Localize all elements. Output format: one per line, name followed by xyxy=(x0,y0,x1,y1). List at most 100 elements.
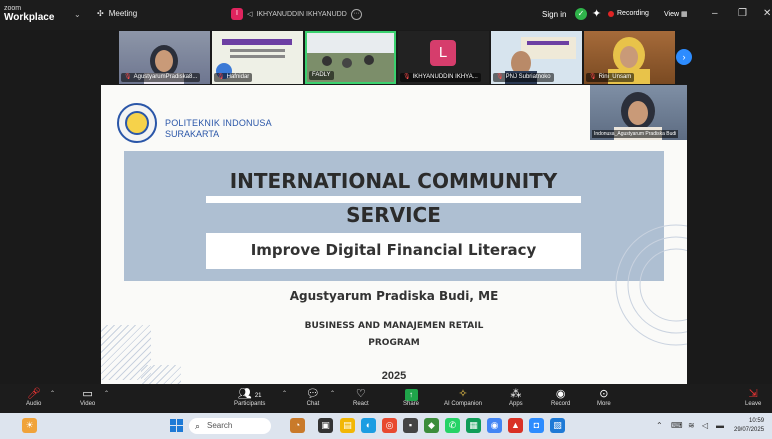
recording-dot-icon xyxy=(608,10,614,17)
app-icon[interactable]: ▦ xyxy=(466,418,481,433)
audio-options-chevron-icon[interactable]: ⌃ xyxy=(50,390,55,397)
participant-name: FADLY xyxy=(309,71,334,80)
participants-label: Participants xyxy=(234,401,266,407)
participant-name-text: Rini_Unsam xyxy=(598,74,632,80)
tray-overflow-chevron-icon[interactable]: ⌃ xyxy=(656,421,663,430)
microphone-muted-icon: 🎤︎ xyxy=(26,388,41,400)
participant-tile[interactable]: 🎙 Hafnidar xyxy=(212,31,303,84)
recording-indicator[interactable]: Recording xyxy=(608,10,649,17)
slide-year: 2025 xyxy=(381,370,407,382)
chat-label: Chat xyxy=(306,401,320,407)
participant-tile[interactable]: 🎙 PNJ Subriatnoko xyxy=(491,31,582,84)
video-camera-icon: ▭ xyxy=(82,388,93,400)
institution-logo xyxy=(117,103,157,143)
system-clock[interactable]: 10:59 29/07/2025 xyxy=(734,417,764,435)
host-name: IKHYANUDDIN IKHYANUDD xyxy=(256,10,347,18)
ai-sparkle-icon[interactable]: ✦ xyxy=(592,7,601,20)
windows-start-icon[interactable] xyxy=(170,419,183,432)
clock-date: 29/07/2025 xyxy=(734,427,765,433)
meeting-label: Meeting xyxy=(108,9,138,18)
share-screen-icon: ↑ xyxy=(404,389,418,401)
participant-tile[interactable]: 🎙 AgustyarumPradiska8... xyxy=(119,31,210,84)
react-button[interactable]: ♡ React xyxy=(353,387,369,407)
chat-bubble-icon: 💬︎ xyxy=(306,388,320,400)
pdf-reader-icon[interactable]: ▲ xyxy=(508,418,523,433)
participant-gallery: 🎙 AgustyarumPradiska8... 🎙 Hafnidar FADLY … xyxy=(119,31,679,84)
leave-button[interactable]: ⇲ Leave xyxy=(745,387,761,407)
weather-widget-icon[interactable]: ☀ xyxy=(22,418,37,433)
participant-name-text: Hafnidar xyxy=(226,74,250,80)
title-bar: zoom Workplace ⌄ ✣ Meeting I ◁ IKHYANUDD… xyxy=(0,0,772,30)
decorative-circles xyxy=(615,224,687,346)
participant-initial-avatar: L xyxy=(430,40,456,66)
slide-title-line2: SERVICE xyxy=(346,203,441,227)
participant-name: 🎙 Rini_Unsam xyxy=(586,73,635,82)
chat-button[interactable]: 💬︎ Chat xyxy=(306,387,320,407)
participant-name-text: IKHYANUDDIN IKHYA... xyxy=(412,74,478,80)
institution-name-line2: SURAKARTA xyxy=(165,129,220,139)
restore-icon[interactable]: ❐ xyxy=(738,8,747,19)
battery-icon[interactable]: ▬ xyxy=(716,421,724,430)
video-label: Video xyxy=(80,401,96,407)
chat-options-chevron-icon[interactable]: ⌃ xyxy=(330,390,335,397)
wifi-icon[interactable]: ≋ xyxy=(688,421,695,430)
presenter-video-thumbnail[interactable]: Indonusa_Agustyarum Pradiska Budi xyxy=(590,85,687,140)
audio-button[interactable]: 🎤︎ Audio xyxy=(26,387,41,407)
taskbar-search-box[interactable]: ⌕ Search xyxy=(189,418,271,434)
keyboard-icon[interactable]: ⌨ xyxy=(671,421,683,430)
apps-button[interactable]: ⁂ Apps xyxy=(509,387,523,407)
share-button[interactable]: ↑ Share xyxy=(403,387,419,407)
chrome-icon[interactable]: ◎ xyxy=(382,418,397,433)
task-view-icon[interactable]: ▣ xyxy=(318,418,333,433)
record-button[interactable]: ◉ Record xyxy=(551,387,570,407)
video-button[interactable]: ▭ Video xyxy=(80,387,95,407)
view-button[interactable]: View ▦ xyxy=(664,10,688,18)
edge-browser-icon[interactable]: ◐ xyxy=(361,418,376,433)
app-icon[interactable]: ◆ xyxy=(424,418,439,433)
video-options-chevron-icon[interactable]: ⌃ xyxy=(104,390,109,397)
ai-companion-label: AI Companion xyxy=(444,401,483,407)
leave-label: Leave xyxy=(745,401,762,407)
ai-companion-button[interactable]: ✧ AI Companion xyxy=(444,387,482,407)
app-icon[interactable]: ▪ xyxy=(403,418,418,433)
participants-icon: 👥︎ 21 xyxy=(237,388,262,400)
meeting-menu-button[interactable]: ✣ Meeting xyxy=(97,9,137,18)
chevron-down-icon[interactable]: ⌄ xyxy=(74,10,81,19)
active-speaker-chip[interactable]: I ◁ IKHYANUDDIN IKHYANUDD ⋯ xyxy=(231,8,362,20)
os-taskbar: ☀ ⌕ Search ◔ ▣ ▤ ◐ ◎ ▪ ◆ ✆ ▦ ◉ ▲ ◘ ▨ ⌃ ⌨… xyxy=(0,413,772,439)
participant-tile[interactable]: 🎙 Rini_Unsam xyxy=(584,31,675,84)
meeting-toolbar: 🎤︎ Audio ⌃ ▭ Video ⌃ 👥︎ 21 Participants ⌃ 💬… xyxy=(0,384,772,413)
more-icon[interactable]: ⋯ xyxy=(350,8,362,20)
minimize-icon[interactable]: – xyxy=(712,8,718,19)
more-button[interactable]: ⊙ More xyxy=(597,387,611,407)
recording-label: Recording xyxy=(617,10,649,17)
whatsapp-icon[interactable]: ✆ xyxy=(445,418,460,433)
participant-tile[interactable]: L 🎙 IKHYANUDDIN IKHYA... xyxy=(398,31,489,84)
search-icon: ⌕ xyxy=(195,421,201,431)
react-label: React xyxy=(353,401,369,407)
sign-in-link[interactable]: Sign in xyxy=(542,10,566,19)
participant-tile-active-speaker[interactable]: FADLY xyxy=(305,31,396,84)
leave-icon: ⇲ xyxy=(748,388,758,400)
slide-title-line1: INTERNATIONAL COMMUNITY xyxy=(229,169,558,193)
chrome-profile-icon[interactable]: ◉ xyxy=(487,418,502,433)
participant-name: 🎙 Hafnidar xyxy=(214,73,253,82)
next-page-arrow-icon[interactable]: › xyxy=(676,49,692,65)
close-icon[interactable]: ✕ xyxy=(763,8,771,19)
security-shield-icon[interactable]: ✓ xyxy=(575,8,587,20)
mic-muted-icon: 🎙 xyxy=(217,74,225,80)
clock-time: 10:59 xyxy=(749,418,765,424)
record-icon: ◉ xyxy=(555,388,566,400)
view-label: View xyxy=(664,11,680,18)
participants-options-chevron-icon[interactable]: ⌃ xyxy=(282,390,287,397)
zoom-window: zoom Workplace ⌄ ✣ Meeting I ◁ IKHYANUDD… xyxy=(0,0,772,439)
apps-grid-icon: ⁂ xyxy=(510,388,522,400)
speaker-icon: ◁ xyxy=(247,11,253,18)
participants-button[interactable]: 👥︎ 21 Participants xyxy=(234,387,265,407)
app-icon[interactable]: ▨ xyxy=(550,418,565,433)
ai-sparkle-icon: ✧ xyxy=(458,388,468,400)
zoom-app-icon[interactable]: ◘ xyxy=(529,418,544,433)
file-explorer-icon[interactable]: ▤ xyxy=(340,418,355,433)
volume-icon[interactable]: ◁ xyxy=(702,421,708,430)
widget-icon[interactable]: ◔ xyxy=(290,418,305,433)
